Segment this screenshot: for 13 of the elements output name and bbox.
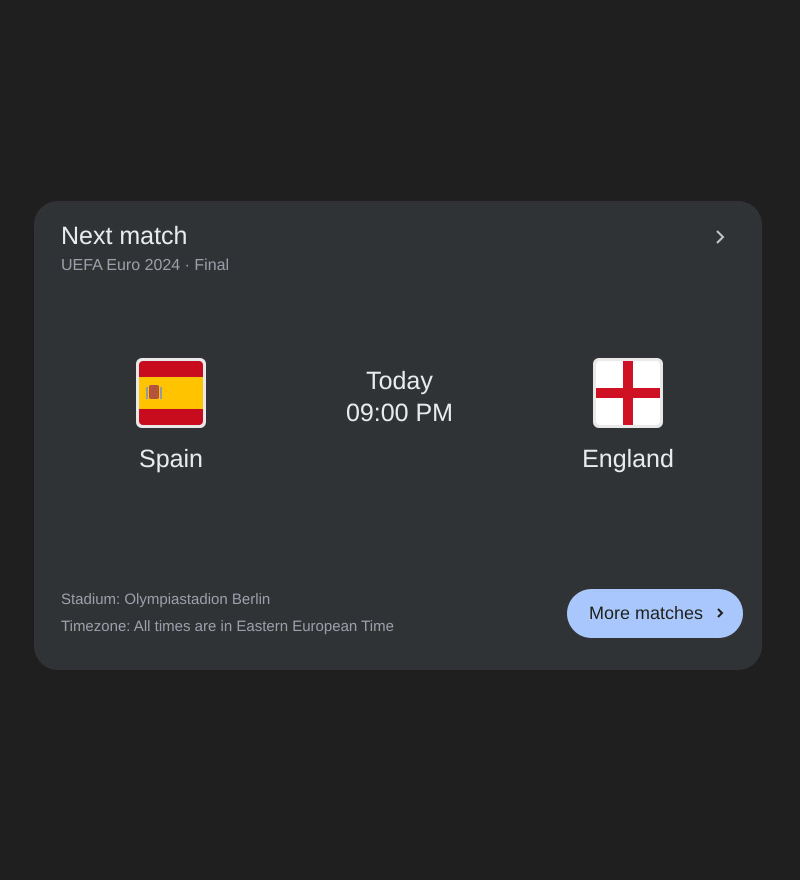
detail-text: Stadium: Olympiastadion Berlin xyxy=(61,590,272,610)
chevron-right-icon[interactable] xyxy=(714,228,726,246)
detail-text: Timezone: All times are in Eastern European Time xyxy=(61,617,394,637)
match-time: 09:00 PM xyxy=(346,398,453,429)
flag-icon xyxy=(135,357,207,429)
team-name: Spain xyxy=(139,445,203,474)
match-day: Today xyxy=(346,365,453,397)
flag-icon xyxy=(592,357,664,429)
card-title: Next match xyxy=(61,221,188,251)
more-matches-button[interactable]: More matches xyxy=(566,588,743,638)
team-name: England xyxy=(582,445,674,474)
card-subtitle: UEFA Euro 2024 · Final xyxy=(61,257,230,275)
chevron-right-icon xyxy=(715,606,725,620)
